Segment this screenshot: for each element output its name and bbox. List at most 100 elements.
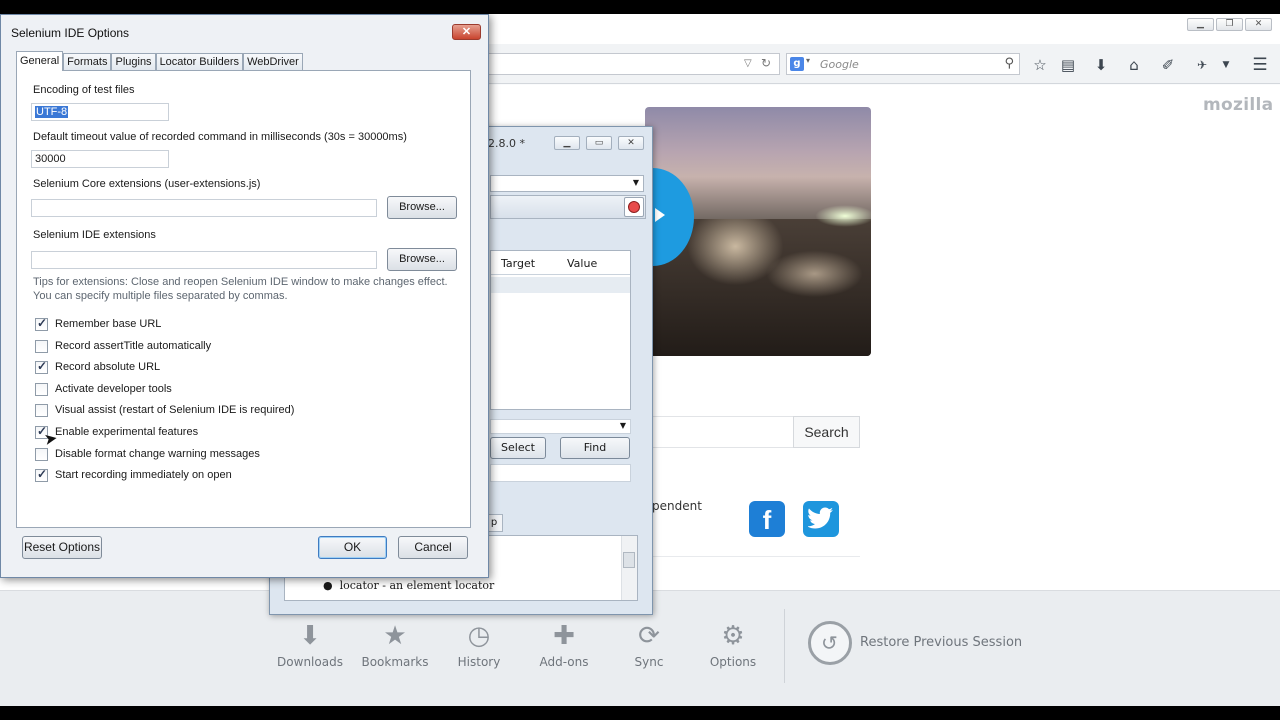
dialog-close-button[interactable]: ✕ xyxy=(452,24,481,40)
launcher-history[interactable]: ◷ History xyxy=(441,619,517,669)
reference-item: ● locator - an element locator xyxy=(323,579,495,592)
column-value[interactable]: Value xyxy=(567,257,597,270)
menu-icon[interactable]: ☰ xyxy=(1250,55,1270,75)
start-search-input[interactable] xyxy=(645,416,793,448)
encoding-label: Encoding of test files xyxy=(33,84,135,96)
close-window-button[interactable]: ✕ xyxy=(1245,18,1272,31)
twitter-icon[interactable] xyxy=(803,501,839,537)
star-icon[interactable]: ☆ xyxy=(1030,55,1050,75)
launcher-label: Add-ons xyxy=(539,655,589,669)
ide-maximize-button[interactable]: ▭ xyxy=(586,136,612,150)
browse-ide-button[interactable]: Browse... xyxy=(387,248,457,271)
url-bar[interactable]: ▽ ↻ xyxy=(486,53,780,75)
search-bar[interactable]: g ▾ Google ⚲ xyxy=(786,53,1020,75)
dropdown-arrow-icon[interactable]: ▽ xyxy=(744,58,752,69)
core-extensions-label: Selenium Core extensions (user-extension… xyxy=(33,178,261,190)
timeout-field[interactable]: 30000 xyxy=(31,150,169,168)
record-button[interactable] xyxy=(624,197,644,217)
search-placeholder: Google xyxy=(820,58,859,71)
launcher-label: Bookmarks xyxy=(361,655,429,669)
minimize-button[interactable]: ▁ xyxy=(1187,18,1214,31)
extensions-tip: Tips for extensions: Close and reopen Se… xyxy=(33,276,448,302)
checkbox-remember-base-url[interactable]: Remember base URL xyxy=(35,316,161,331)
sync-icon: ⟳ xyxy=(638,621,660,651)
download-icon[interactable]: ⬇ xyxy=(1091,55,1111,75)
tab-general[interactable]: General xyxy=(16,51,64,71)
bookmarks-menu-icon[interactable]: ▤ xyxy=(1058,55,1078,75)
checkbox[interactable] xyxy=(35,403,48,417)
dropdown-arrow-icon: ▼ xyxy=(632,178,639,187)
ide-close-button[interactable]: ✕ xyxy=(618,136,644,150)
checkbox-disable-format-warning[interactable]: Disable format change warning messages xyxy=(35,447,260,461)
checkbox[interactable] xyxy=(35,339,48,353)
checkbox-record-asserttitle[interactable]: Record assertTitle automatically xyxy=(35,339,211,353)
search-icon[interactable]: ⚲ xyxy=(1004,56,1014,71)
tab-locator-builders[interactable]: Locator Builders xyxy=(155,53,244,71)
encoding-field[interactable]: UTF-8 xyxy=(31,103,169,121)
selenium-icon[interactable]: ✐ xyxy=(1158,55,1178,75)
snippet-text: pendent xyxy=(652,499,702,513)
options-dialog: Selenium IDE Options ✕ General Formats P… xyxy=(0,14,489,578)
checkbox-record-absolute-url[interactable]: Record absolute URL xyxy=(35,359,160,374)
mozilla-logo: mozilla xyxy=(1203,95,1274,115)
ide-minimize-button[interactable]: ▁ xyxy=(554,136,580,150)
scrollbar[interactable] xyxy=(621,536,637,600)
checkbox[interactable] xyxy=(35,316,48,331)
checkbox-start-recording[interactable]: Start recording immediately on open xyxy=(35,467,232,482)
addon-dropdown-icon[interactable]: ▼ xyxy=(1216,55,1236,75)
table-row[interactable] xyxy=(491,277,630,293)
restore-label: Restore Previous Session xyxy=(860,635,1023,650)
ide-toolbar xyxy=(490,195,646,219)
star-icon: ★ xyxy=(383,621,407,651)
launcher-bookmarks[interactable]: ★ Bookmarks xyxy=(357,619,433,669)
launcher-sync[interactable]: ⟳ Sync xyxy=(611,619,687,669)
checkbox[interactable] xyxy=(35,382,48,396)
launcher-options[interactable]: ⚙ Options xyxy=(695,619,771,669)
launcher-label: Downloads xyxy=(277,655,343,669)
launcher-label: History xyxy=(457,655,501,669)
engine-dropdown-icon[interactable]: ▾ xyxy=(806,56,810,65)
checkbox[interactable] xyxy=(35,359,48,374)
facebook-icon[interactable]: f xyxy=(749,501,785,537)
column-target[interactable]: Target xyxy=(501,257,535,270)
dropdown-arrow-icon: ▼ xyxy=(619,421,626,430)
tab-webdriver[interactable]: WebDriver xyxy=(243,53,303,71)
checkbox[interactable] xyxy=(35,467,48,482)
tab-strip: General Formats Plugins Locator Builders… xyxy=(16,51,303,71)
record-icon xyxy=(628,201,640,213)
launcher-label: Sync xyxy=(634,655,664,669)
ok-button[interactable]: OK xyxy=(318,536,387,559)
tab-plugins[interactable]: Plugins xyxy=(111,53,156,71)
launcher-downloads[interactable]: ⬇ Downloads xyxy=(272,619,348,669)
find-button[interactable]: Find xyxy=(560,437,630,459)
ide-extensions-label: Selenium IDE extensions xyxy=(33,229,156,241)
launcher-addons[interactable]: ✚ Add-ons xyxy=(526,619,602,669)
command-combo[interactable]: ▼ xyxy=(490,419,631,434)
ide-title: 2.8.0 * xyxy=(488,137,525,150)
general-panel: Encoding of test files UTF-8 Default tim… xyxy=(16,70,471,528)
table-header: Target Value xyxy=(491,251,630,275)
checkbox-developer-tools[interactable]: Activate developer tools xyxy=(35,382,172,396)
restore-button[interactable]: ❐ xyxy=(1216,18,1243,31)
reset-options-button[interactable]: Reset Options xyxy=(22,536,102,559)
browse-core-button[interactable]: Browse... xyxy=(387,196,457,219)
home-icon[interactable]: ⌂ xyxy=(1124,55,1144,75)
value-field[interactable] xyxy=(490,464,631,482)
cancel-button[interactable]: Cancel xyxy=(398,536,468,559)
google-icon[interactable]: g xyxy=(790,57,804,71)
clock-icon: ◷ xyxy=(467,621,491,651)
checkbox-experimental-features[interactable]: Enable experimental features xyxy=(35,424,198,439)
search-button[interactable]: Search xyxy=(793,416,860,448)
core-extensions-field[interactable] xyxy=(31,199,377,217)
reload-icon[interactable]: ↻ xyxy=(761,56,771,70)
command-table[interactable]: Target Value xyxy=(490,250,631,410)
checkbox-visual-assist[interactable]: Visual assist (restart of Selenium IDE i… xyxy=(35,403,294,417)
timeout-label: Default timeout value of recorded comman… xyxy=(33,131,407,143)
divider xyxy=(784,609,785,683)
ide-extensions-field[interactable] xyxy=(31,251,377,269)
select-button[interactable]: Select xyxy=(490,437,546,459)
divider xyxy=(645,556,860,557)
base-url-combo[interactable]: ▼ xyxy=(490,175,644,192)
addon-icon[interactable]: ✈ xyxy=(1192,55,1212,75)
tab-formats[interactable]: Formats xyxy=(63,53,112,71)
